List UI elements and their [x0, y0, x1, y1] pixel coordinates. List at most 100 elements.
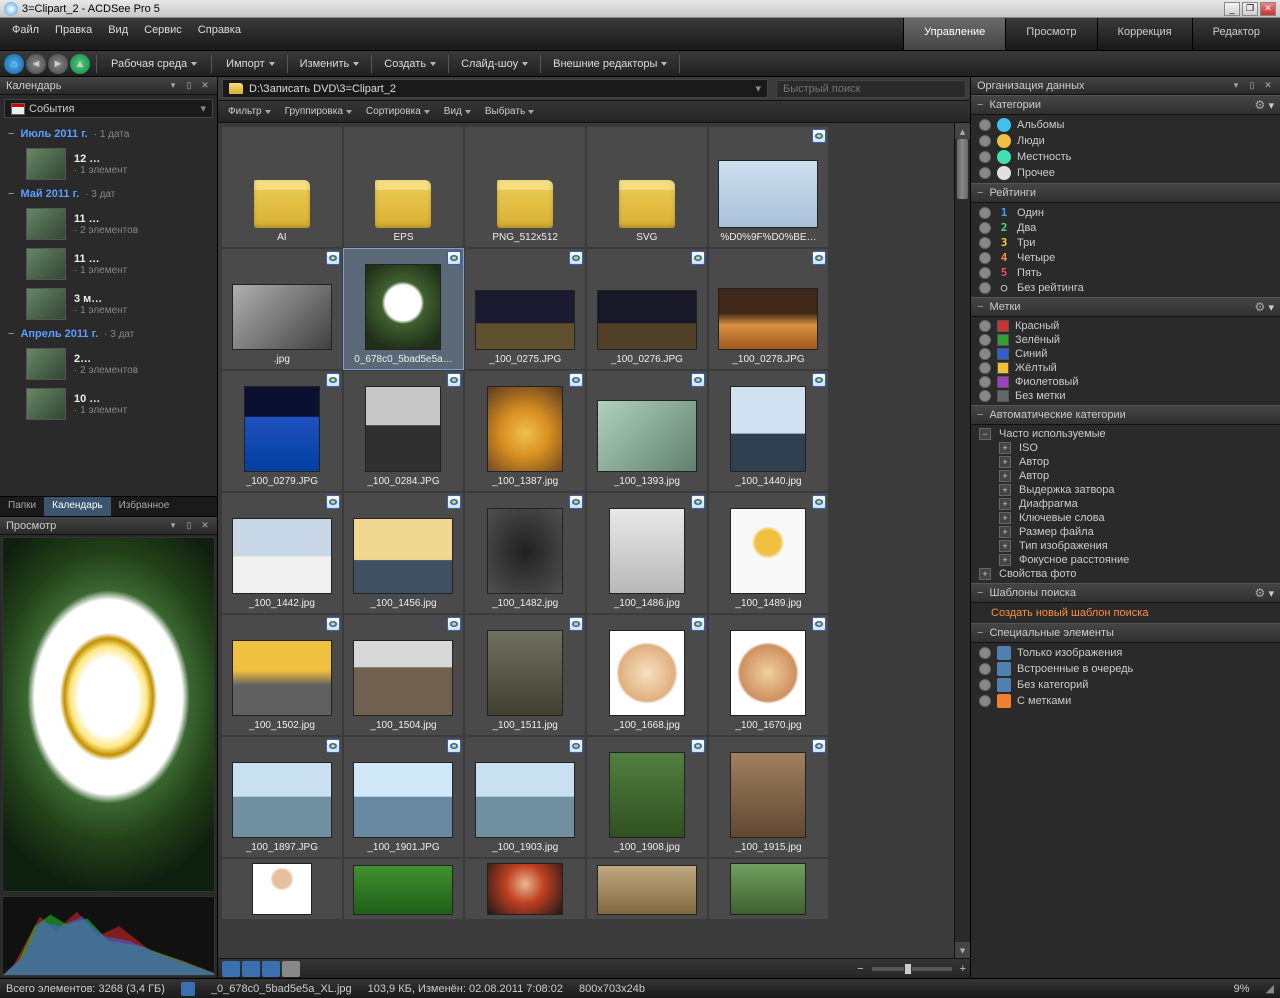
label-item[interactable]: Красный [971, 319, 1280, 333]
special-item[interactable]: С метками [971, 693, 1280, 709]
restore-button[interactable]: ❐ [1242, 2, 1258, 16]
menu-вид[interactable]: Вид [100, 20, 136, 40]
toolbar-создать[interactable]: Создать [376, 54, 444, 74]
mode-tab-1[interactable]: Просмотр [1005, 18, 1096, 50]
auto-tree-item[interactable]: +Автор [971, 469, 1280, 483]
section-menu-icon[interactable]: ▾ [1268, 587, 1274, 600]
special-item[interactable]: Только изображения [971, 645, 1280, 661]
category-item[interactable]: Местность [971, 149, 1280, 165]
address-bar[interactable]: D:\Записать DVD\3=Clipart_2 ▾ [222, 79, 768, 98]
close-button[interactable]: ✕ [1260, 2, 1276, 16]
gear-icon[interactable]: ⚙ [1254, 98, 1268, 112]
label-item[interactable]: Зелёный [971, 333, 1280, 347]
workspace-dropdown[interactable]: Рабочая среда [103, 54, 205, 74]
thumbnail-item[interactable]: %D0%9F%D0%BE… [709, 127, 829, 247]
calendar-event-item[interactable]: 12 …· 1 элемент [0, 144, 217, 184]
view-mode-button[interactable] [222, 961, 240, 977]
nav-home-button[interactable]: ⌂ [4, 54, 24, 74]
panel-close-icon[interactable]: ✕ [1262, 80, 1274, 92]
events-dropdown[interactable]: События ▾ [4, 99, 213, 118]
thumbnail-item[interactable]: _100_1482.jpg [465, 493, 585, 613]
label-item[interactable]: Без метки [971, 389, 1280, 403]
menu-справка[interactable]: Справка [190, 20, 249, 40]
zoom-out-icon[interactable]: − [857, 963, 863, 975]
gear-icon[interactable]: ⚙ [1254, 586, 1268, 600]
scroll-down-button[interactable]: ▾ [955, 942, 970, 958]
mode-tab-2[interactable]: Коррекция [1097, 18, 1192, 50]
thumbnail-item[interactable]: _100_1915.jpg [709, 737, 829, 857]
category-item[interactable]: Люди [971, 133, 1280, 149]
thumbnail-item[interactable]: _100_1901.JPG [344, 737, 464, 857]
thumbnail-item[interactable]: _100_1903.jpg [465, 737, 585, 857]
rating-item[interactable]: 3Три [971, 235, 1280, 250]
rating-item[interactable]: 2Два [971, 220, 1280, 235]
special-item[interactable]: Встроенные в очередь [971, 661, 1280, 677]
resize-grip-icon[interactable]: ◢ [1266, 982, 1274, 995]
label-item[interactable]: Фиолетовый [971, 375, 1280, 389]
thumbnail-item[interactable]: _100_1486.jpg [587, 493, 707, 613]
zoom-in-icon[interactable]: + [960, 963, 966, 975]
menu-файл[interactable]: Файл [4, 20, 47, 40]
thumbnail-item[interactable]: _100_1456.jpg [344, 493, 464, 613]
panel-pin-icon[interactable]: ▯ [183, 520, 195, 532]
thumbnail-item[interactable]: _100_1668.jpg [587, 615, 707, 735]
auto-tree-item[interactable]: +Свойства фото [971, 567, 1280, 581]
calendar-month-header[interactable]: −Июль 2011 г.· 1 дата [0, 124, 217, 144]
auto-tree-item[interactable]: +Ключевые слова [971, 511, 1280, 525]
scrollbar[interactable]: ▴ ▾ [954, 123, 970, 958]
panel-pin-icon[interactable]: ▯ [183, 80, 195, 92]
toolbar-изменить[interactable]: Изменить [292, 54, 368, 74]
label-item[interactable]: Синий [971, 347, 1280, 361]
thumbnail-item[interactable]: _100_1387.jpg [465, 371, 585, 491]
toolbar-внешние редакторы[interactable]: Внешние редакторы [545, 54, 675, 74]
delete-button[interactable] [282, 961, 300, 977]
special-section-header[interactable]: − Специальные элементы [971, 623, 1280, 643]
auto-tree-item[interactable]: +Фокусное расстояние [971, 553, 1280, 567]
quick-search-input[interactable] [776, 80, 966, 98]
auto-tree-item[interactable]: +Тип изображения [971, 539, 1280, 553]
section-menu-icon[interactable]: ▾ [1268, 99, 1274, 112]
auto-tree-item[interactable]: +Диафрагма [971, 497, 1280, 511]
left-tab-1[interactable]: Календарь [44, 497, 110, 516]
special-item[interactable]: Без категорий [971, 677, 1280, 693]
rating-item[interactable]: 4Четыре [971, 250, 1280, 265]
calendar-month-header[interactable]: −Апрель 2011 г.· 3 дат [0, 324, 217, 344]
nav-back-button[interactable]: ◄ [26, 54, 46, 74]
scrollbar-thumb[interactable] [957, 139, 968, 199]
filter-сортировка[interactable]: Сортировка [360, 104, 436, 119]
thumbnail-item[interactable]: _100_1908.jpg [587, 737, 707, 857]
thumb-size-slider[interactable] [872, 967, 952, 971]
auto-tree-item[interactable]: +Выдержка затвора [971, 483, 1280, 497]
filter-выбрать[interactable]: Выбрать [479, 104, 540, 119]
thumbnail-item[interactable] [222, 859, 342, 919]
thumbnail-item[interactable] [709, 859, 829, 919]
section-menu-icon[interactable]: ▾ [1268, 301, 1274, 314]
create-template-link[interactable]: Создать новый шаблон поиска [971, 603, 1280, 623]
toolbar-слайд-шоу[interactable]: Слайд-шоу [453, 54, 536, 74]
menu-сервис[interactable]: Сервис [136, 20, 190, 40]
label-item[interactable]: Жёлтый [971, 361, 1280, 375]
thumbnail-item[interactable]: _100_0279.JPG [222, 371, 342, 491]
filter-вид[interactable]: Вид [438, 104, 477, 119]
thumbnail-item[interactable]: _100_1504.jpg [344, 615, 464, 735]
filter-группировка[interactable]: Группировка [279, 104, 358, 119]
calendar-event-item[interactable]: 11 …· 2 элементов [0, 204, 217, 244]
calendar-event-item[interactable]: 11 …· 1 элемент [0, 244, 217, 284]
calendar-event-item[interactable]: 10 …· 1 элемент [0, 384, 217, 424]
nav-up-button[interactable]: ▲ [70, 54, 90, 74]
thumbnail-item[interactable] [344, 859, 464, 919]
scroll-up-button[interactable]: ▴ [955, 123, 970, 139]
calendar-month-header[interactable]: −Май 2011 г.· 3 дат [0, 184, 217, 204]
filter-фильтр[interactable]: Фильтр [222, 104, 277, 119]
panel-pin-icon[interactable]: ▯ [1246, 80, 1258, 92]
nav-forward-button[interactable]: ► [48, 54, 68, 74]
panel-menu-icon[interactable]: ▾ [167, 80, 179, 92]
thumbnail-item[interactable]: SVG [587, 127, 707, 247]
rating-item[interactable]: 5Пять [971, 265, 1280, 280]
thumbnail-item[interactable]: _100_1897.JPG [222, 737, 342, 857]
auto-tree-item[interactable]: +Размер файла [971, 525, 1280, 539]
left-tab-0[interactable]: Папки [0, 497, 44, 516]
auto-section-header[interactable]: − Автоматические категории [971, 405, 1280, 425]
thumbnail-item[interactable]: AI [222, 127, 342, 247]
panel-menu-icon[interactable]: ▾ [1230, 80, 1242, 92]
